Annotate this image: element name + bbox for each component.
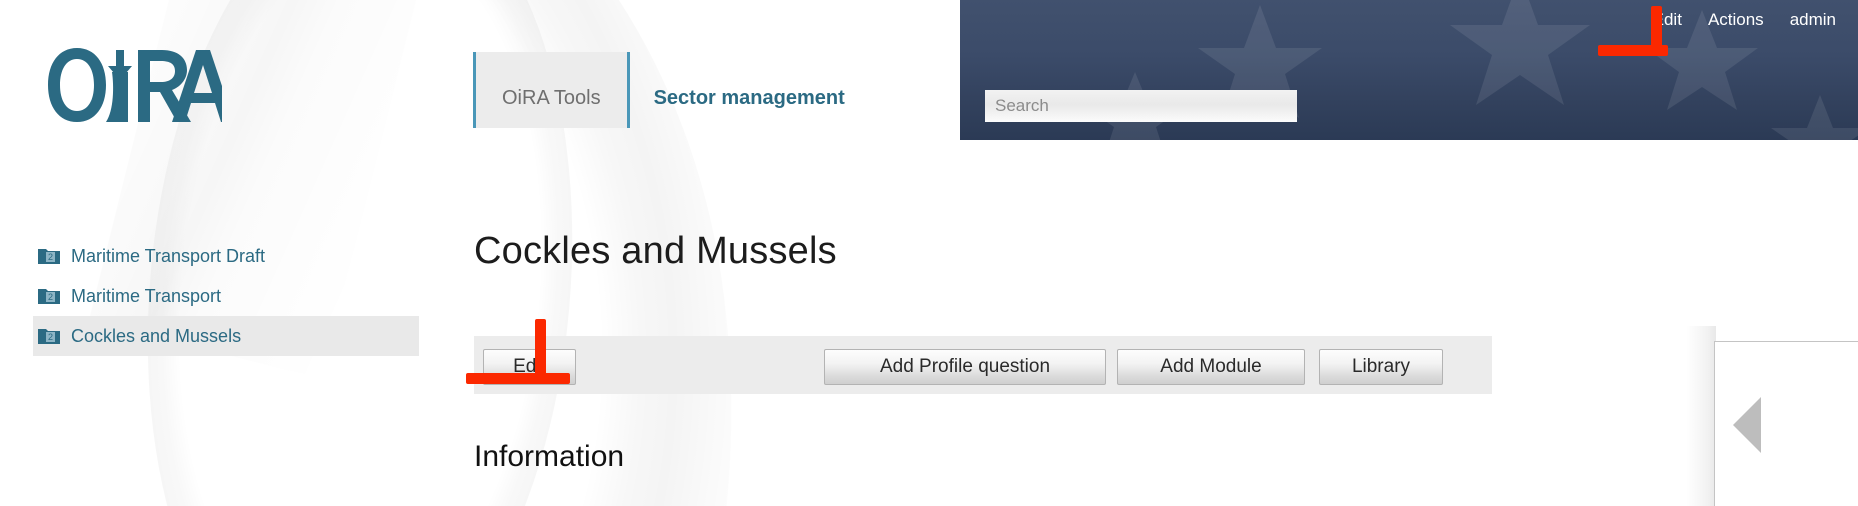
edit-button[interactable]: Edit	[483, 349, 576, 385]
add-module-button[interactable]: Add Module	[1117, 349, 1305, 385]
header-nav-actions[interactable]: Actions	[1708, 8, 1764, 32]
page-title: Cockles and Mussels	[474, 230, 837, 272]
application-window: Edit Actions admin OiRA Too	[0, 0, 1858, 506]
svg-text:2: 2	[48, 292, 53, 302]
sidebar-item-maritime-transport[interactable]: 2 Maritime Transport	[33, 276, 419, 316]
right-side-panel	[1714, 341, 1858, 506]
folder-icon: 2	[38, 289, 60, 304]
oira-logo-icon	[48, 48, 222, 122]
right-panel-shadow	[1686, 326, 1716, 506]
sidebar-item-label: Maritime Transport Draft	[71, 245, 266, 266]
search-box	[985, 90, 1297, 122]
svg-text:2: 2	[48, 252, 53, 262]
sidebar-item-maritime-transport-draft[interactable]: 2 Maritime Transport Draft	[33, 236, 419, 276]
header-nav-edit[interactable]: Edit	[1653, 8, 1682, 32]
folder-icon: 2	[38, 249, 60, 264]
svg-text:2: 2	[48, 332, 53, 342]
header-user-nav: Edit Actions admin	[1653, 8, 1836, 32]
tab-sector-management[interactable]: Sector management	[630, 52, 869, 128]
site-header-banner: Edit Actions admin	[960, 0, 1858, 140]
library-button[interactable]: Library	[1319, 349, 1443, 385]
sidebar-item-cockles-and-mussels[interactable]: 2 Cockles and Mussels	[33, 316, 419, 356]
add-profile-question-button[interactable]: Add Profile question	[824, 349, 1106, 385]
triangle-left-icon[interactable]	[1733, 397, 1761, 453]
tab-oira-tools[interactable]: OiRA Tools	[473, 52, 630, 128]
section-heading-information: Information	[474, 440, 625, 473]
search-input[interactable]	[985, 90, 1297, 122]
content-action-toolbar: Edit Add Profile question Add Module Lib…	[474, 336, 1492, 394]
sidebar-item-label: Cockles and Mussels	[71, 325, 242, 346]
sidebar-navigation: 2 Maritime Transport Draft 2 Maritime Tr…	[33, 236, 419, 356]
header-nav-admin[interactable]: admin	[1790, 8, 1836, 32]
primary-tabs: OiRA Tools Sector management	[473, 52, 869, 128]
oira-logo[interactable]	[44, 46, 222, 124]
folder-icon: 2	[38, 329, 60, 344]
sidebar-item-label: Maritime Transport	[71, 285, 222, 306]
